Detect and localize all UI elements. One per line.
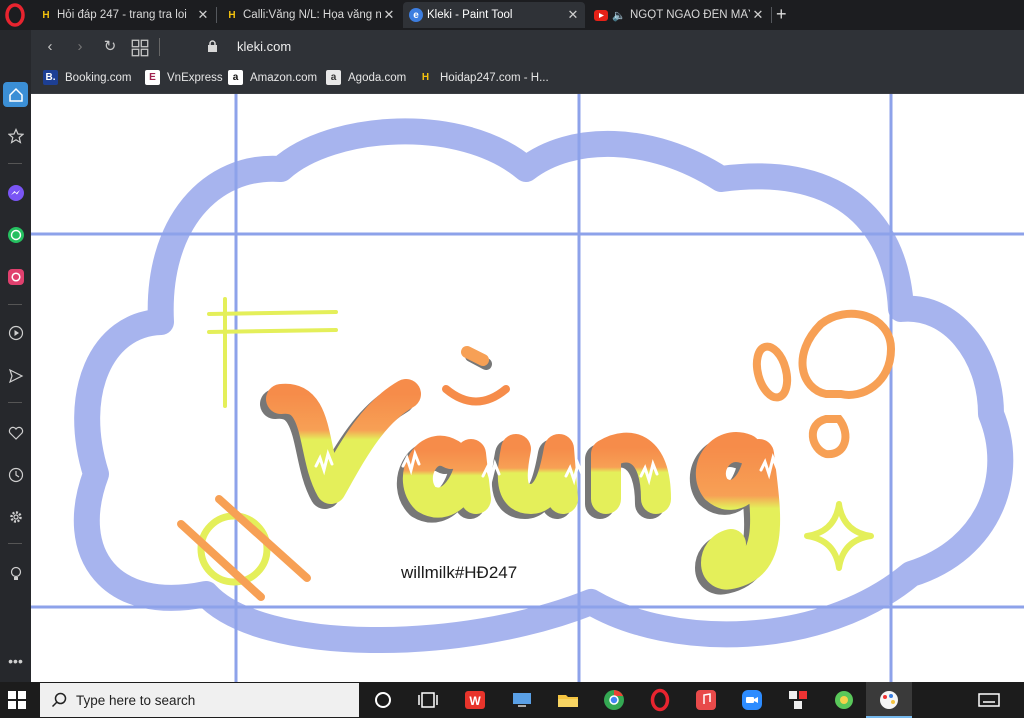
player-icon[interactable] <box>3 320 28 345</box>
home-icon[interactable] <box>3 82 28 107</box>
zoom-icon[interactable] <box>740 688 764 712</box>
sidebar-divider <box>8 543 22 544</box>
heart-icon[interactable] <box>3 420 28 445</box>
forward-icon[interactable]: › <box>71 38 89 56</box>
taskbar: Type here to search W <box>0 682 1024 718</box>
close-icon[interactable]: ✕ <box>381 7 397 23</box>
taskbar-search[interactable]: Type here to search <box>40 683 359 717</box>
agoda-icon: a <box>326 70 341 85</box>
network-app-icon[interactable] <box>786 688 810 712</box>
address-bar: ‹ › ↻ kleki.com <box>31 30 1024 64</box>
booking-icon: B. <box>43 70 58 85</box>
tab-bar: H Hỏi đáp 247 - trang tra loi ✕ H Calli:… <box>0 0 1024 30</box>
close-icon[interactable]: ✕ <box>750 7 766 23</box>
tab-hoidap[interactable]: H Hỏi đáp 247 - trang tra loi ✕ <box>33 2 215 28</box>
task-view-icon[interactable] <box>416 688 440 712</box>
sidebar-divider <box>8 402 22 403</box>
sparkle-decoration <box>804 501 874 571</box>
bookmark-label: Agoda.com <box>348 71 407 84</box>
artwork <box>31 94 1024 682</box>
lightbulb-icon[interactable] <box>3 561 28 586</box>
instagram-icon[interactable] <box>3 264 28 289</box>
hoidap-h-icon: H <box>421 72 430 83</box>
accent-mark <box>461 346 489 366</box>
tab-title: NGỌT NGÀO ĐẾN MẤY <box>630 9 750 21</box>
hoidap-h-icon: H <box>228 9 236 21</box>
messenger-icon[interactable] <box>3 180 28 205</box>
amazon-icon: a <box>228 70 243 85</box>
drawing-canvas[interactable]: willmilk#HĐ247 <box>31 94 1024 682</box>
tab-divider <box>216 7 217 23</box>
close-icon[interactable]: ✕ <box>195 7 211 23</box>
bookmark-amazon[interactable]: a Amazon.com <box>228 70 317 85</box>
reload-icon[interactable]: ↻ <box>101 38 119 56</box>
history-icon[interactable] <box>3 462 28 487</box>
sidebar: ••• <box>0 30 31 682</box>
bookmark-hoidap247[interactable]: H Hoidap247.com - H... <box>418 70 549 85</box>
youtube-icon <box>594 8 608 22</box>
new-tab-icon[interactable]: + <box>776 4 787 25</box>
search-icon <box>51 692 67 708</box>
signature-text: willmilk#HĐ247 <box>401 563 518 582</box>
windows-start-icon[interactable] <box>8 691 26 709</box>
tab-calli[interactable]: H Calli:Vắng N/L: Họa vắng n ✕ <box>219 2 401 28</box>
droplet-decoration <box>752 309 896 459</box>
bookmark-vnexpress[interactable]: E VnExpress <box>145 70 223 85</box>
more-icon[interactable]: ••• <box>3 648 28 673</box>
speaker-icon[interactable]: 🔈 <box>612 8 626 22</box>
opera-logo-icon[interactable] <box>3 3 27 27</box>
bookmark-label: Amazon.com <box>250 71 318 84</box>
bookmark-booking[interactable]: B. Booking.com <box>43 70 131 85</box>
tab-title: Calli:Vắng N/L: Họa vắng n <box>243 9 381 21</box>
bookmarks-bar: B. Booking.com E VnExpress a Amazon.com … <box>31 64 1024 94</box>
settings-icon[interactable] <box>3 504 28 529</box>
kleki-icon: e <box>409 8 423 22</box>
paint-app-icon[interactable] <box>877 688 901 712</box>
music-app-icon[interactable] <box>694 688 718 712</box>
lock-icon[interactable] <box>207 40 218 53</box>
bookmark-label: VnExpress <box>167 71 223 84</box>
back-icon[interactable]: ‹ <box>41 38 59 56</box>
sidebar-divider <box>8 304 22 305</box>
chrome-icon[interactable] <box>602 688 626 712</box>
tab-divider <box>771 7 772 23</box>
vnexpress-icon: E <box>145 70 160 85</box>
wps-office-icon[interactable]: W <box>463 688 487 712</box>
search-placeholder: Type here to search <box>76 693 196 708</box>
whatsapp-icon[interactable] <box>3 222 28 247</box>
tab-title: Hỏi đáp 247 - trang tra loi <box>57 9 187 21</box>
send-icon[interactable] <box>3 363 28 388</box>
breve-mark <box>442 385 510 406</box>
bookmark-agoda[interactable]: a Agoda.com <box>326 70 406 85</box>
cortana-icon[interactable] <box>371 688 395 712</box>
tab-youtube[interactable]: 🔈 NGỌT NGÀO ĐẾN MẤY ✕ <box>588 2 770 28</box>
bookmark-label: Hoidap247.com - H... <box>440 71 549 84</box>
tab-kleki[interactable]: e Kleki - Paint Tool ✕ <box>403 2 585 28</box>
computer-icon[interactable] <box>510 688 534 712</box>
hoidap-h-icon: H <box>42 9 50 21</box>
keyboard-icon[interactable] <box>977 688 1001 712</box>
svg-text:W: W <box>469 694 481 708</box>
sidebar-divider <box>8 163 22 164</box>
url-field[interactable]: kleki.com <box>237 39 291 54</box>
file-explorer-icon[interactable] <box>556 688 580 712</box>
tab-title: Kleki - Paint Tool <box>427 9 513 21</box>
close-icon[interactable]: ✕ <box>565 7 581 23</box>
opera-taskbar-icon[interactable] <box>648 688 672 712</box>
tab-grid-icon[interactable] <box>131 39 149 57</box>
bookmark-label: Booking.com <box>65 71 132 84</box>
photos-app-icon[interactable] <box>832 688 856 712</box>
divider <box>159 38 160 56</box>
star-icon[interactable] <box>3 123 28 148</box>
